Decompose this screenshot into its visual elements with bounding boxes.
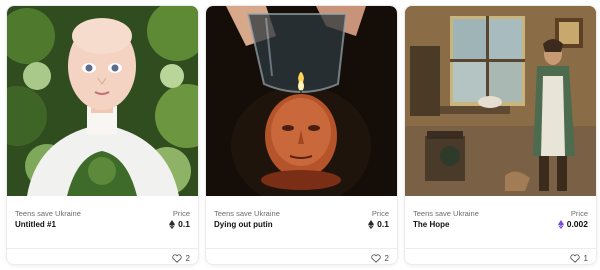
nft-card-info: Teens save Ukraine Untitled #1 Price 0.1 — [7, 204, 198, 236]
nft-card[interactable]: Teens save Ukraine Untitled #1 Price 0.1… — [7, 6, 198, 264]
heart-icon — [370, 254, 381, 263]
card-divider — [7, 248, 198, 249]
nft-artwork-image[interactable] — [7, 6, 198, 196]
collection-name[interactable]: Teens save Ukraine — [214, 209, 280, 218]
ethereum-icon-purple — [557, 219, 564, 229]
nft-title: Dying out putin — [214, 220, 273, 229]
card-divider — [206, 248, 397, 249]
nft-title: The Hope — [413, 220, 450, 229]
like-button[interactable]: 1 — [569, 254, 588, 263]
nft-card-info: Teens save Ukraine The Hope Price 0.002 — [405, 204, 596, 236]
nft-title: Untitled #1 — [15, 220, 56, 229]
heart-icon — [569, 254, 580, 263]
price-value: 0.1 — [368, 219, 389, 229]
collection-name[interactable]: Teens save Ukraine — [413, 209, 479, 218]
price-label: Price — [172, 209, 190, 218]
nft-artwork-image[interactable] — [405, 6, 596, 196]
collection-name[interactable]: Teens save Ukraine — [15, 209, 81, 218]
card-divider — [405, 248, 596, 249]
price-value: 0.002 — [557, 219, 588, 229]
price-amount: 0.1 — [377, 219, 389, 229]
nft-artwork-image[interactable] — [206, 6, 397, 196]
price-label: Price — [371, 209, 389, 218]
like-count: 1 — [583, 254, 588, 263]
like-count: 2 — [384, 254, 389, 263]
nft-card-info: Teens save Ukraine Dying out putin Price… — [206, 204, 397, 236]
nft-card[interactable]: Teens save Ukraine Dying out putin Price… — [206, 6, 397, 264]
like-count: 2 — [185, 254, 190, 263]
price-label: Price — [570, 209, 588, 218]
like-button[interactable]: 2 — [370, 254, 389, 263]
price-amount: 0.002 — [566, 219, 588, 229]
price-amount: 0.1 — [178, 219, 190, 229]
heart-icon — [171, 254, 182, 263]
ethereum-icon — [368, 219, 375, 229]
price-value: 0.1 — [169, 219, 190, 229]
ethereum-icon — [169, 219, 176, 229]
nft-card[interactable]: Teens save Ukraine The Hope Price 0.002 … — [405, 6, 596, 264]
nft-card-grid: Teens save Ukraine Untitled #1 Price 0.1… — [0, 0, 600, 270]
like-button[interactable]: 2 — [171, 254, 190, 263]
